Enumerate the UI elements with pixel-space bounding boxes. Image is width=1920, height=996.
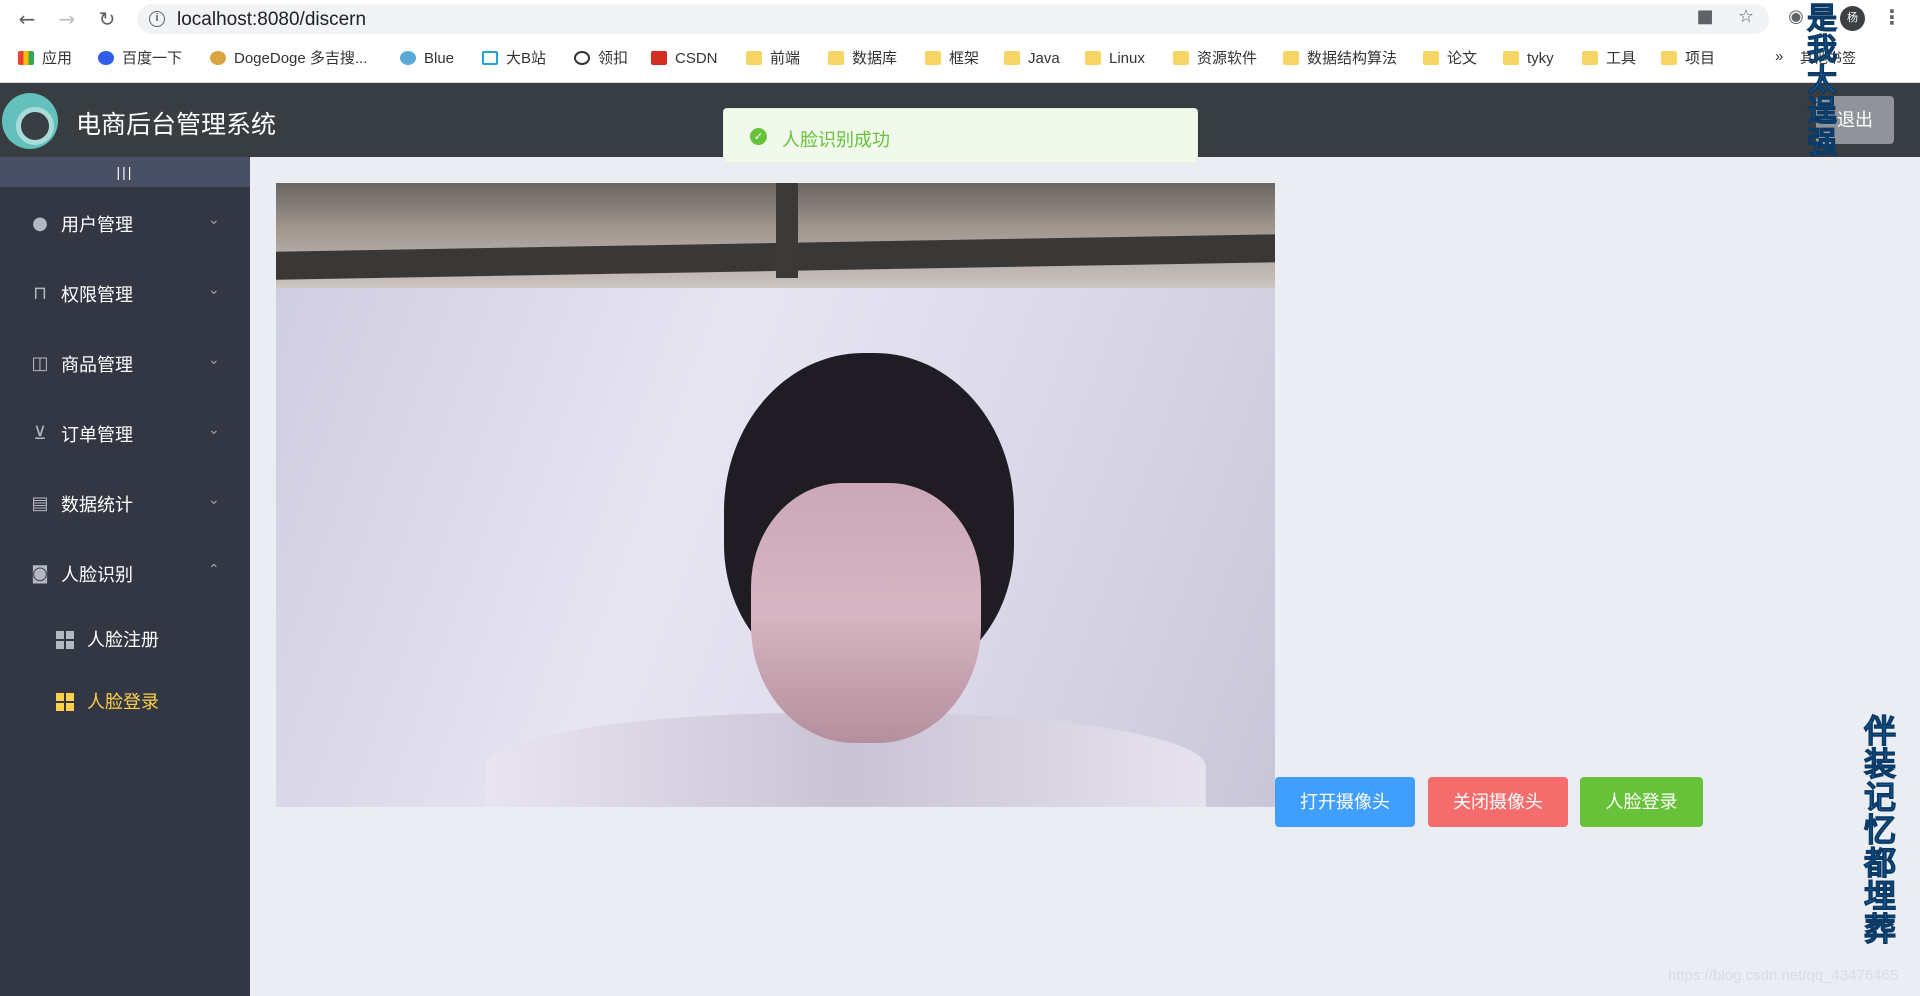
bookmark-folder[interactable]: tyky: [1503, 48, 1554, 70]
user-icon: ●: [32, 213, 48, 234]
overlay-lyric-top: 是我太逞强: [1802, 2, 1836, 158]
lock-icon: ⊓: [32, 283, 48, 304]
bookmark-folder[interactable]: 框架: [925, 48, 979, 70]
sidebar-item-user-management[interactable]: ● 用户管理 ⌄: [0, 190, 250, 260]
bookmark-item[interactable]: 大B站: [482, 48, 546, 70]
app-title: 电商后台管理系统: [76, 111, 277, 139]
open-camera-button[interactable]: 打开摄像头: [1275, 777, 1415, 827]
app-logo: [2, 93, 58, 149]
folder-icon: [925, 51, 941, 65]
success-toast: ✓ 人脸识别成功: [723, 108, 1198, 163]
sidebar-subitem-face-register[interactable]: 人脸注册: [0, 610, 250, 672]
camera-icon: ◙: [31, 563, 49, 584]
document-icon: ▤: [31, 493, 49, 514]
grid-icon: [56, 693, 74, 711]
folder-icon: [1582, 51, 1598, 65]
sidebar: ||| ● 用户管理 ⌄ ⊓ 权限管理 ⌄ ◫ 商品管理 ⌄ ⊻ 订单管理 ⌄ …: [0, 157, 250, 996]
doge-icon: [210, 51, 226, 65]
browser-menu-icon[interactable]: ⋮: [1882, 5, 1902, 30]
bookmark-item[interactable]: 领扣: [574, 48, 628, 70]
bookmark-item[interactable]: 应用: [18, 48, 72, 70]
back-arrow-icon[interactable]: ←: [14, 6, 40, 32]
chevron-up-icon: ⌃: [208, 562, 220, 578]
bookmark-folder[interactable]: 工具: [1582, 48, 1636, 70]
sidebar-item-face-recognition[interactable]: ◙ 人脸识别 ⌃: [0, 540, 250, 610]
bookmark-item[interactable]: 百度一下: [98, 48, 182, 70]
video-person-face: [751, 483, 981, 743]
cart-icon: ⊻: [33, 423, 47, 444]
profile-avatar[interactable]: 杨: [1840, 6, 1865, 31]
site-info-icon[interactable]: i: [149, 11, 165, 27]
watermark: https://blog.csdn.net/qq_43476465: [1668, 967, 1899, 984]
sidebar-toggle[interactable]: |||: [0, 157, 250, 187]
bookmark-folder[interactable]: 数据库: [828, 48, 897, 70]
grid-icon: [56, 631, 74, 649]
chevron-down-icon: ⌄: [208, 282, 220, 298]
bookmark-item[interactable]: Blue: [400, 48, 454, 70]
bookmark-star-icon[interactable]: ☆: [1734, 6, 1758, 27]
sidebar-item-order-management[interactable]: ⊻ 订单管理 ⌄: [0, 400, 250, 470]
chevron-down-icon: ⌄: [208, 492, 220, 508]
chevron-down-icon: ⌄: [208, 422, 220, 438]
close-camera-button[interactable]: 关闭摄像头: [1428, 777, 1568, 827]
bilibili-tv-icon: [482, 51, 498, 65]
folder-icon: [1661, 51, 1677, 65]
bookmark-folder[interactable]: 前端: [746, 48, 800, 70]
camera-in-use-icon[interactable]: ■: [1693, 6, 1717, 27]
reload-icon[interactable]: ↻: [94, 6, 120, 32]
bag-icon: ◫: [31, 353, 49, 374]
folder-icon: [1283, 51, 1299, 65]
bookmarks-bar: 应用 百度一下 DogeDoge 多吉搜... Blue 大B站 领扣 CSDN…: [0, 44, 1920, 74]
video-beam-vertical: [776, 183, 798, 278]
chevron-down-icon: ⌄: [208, 212, 220, 228]
face-login-button[interactable]: 人脸登录: [1580, 777, 1703, 827]
url-text[interactable]: localhost:8080/discern: [177, 9, 366, 31]
sidebar-item-data-statistics[interactable]: ▤ 数据统计 ⌄: [0, 470, 250, 540]
bookmark-folder[interactable]: 资源软件: [1173, 48, 1257, 70]
folder-icon: [746, 51, 762, 65]
camera-video-feed: [276, 183, 1275, 807]
bookmark-item[interactable]: DogeDoge 多吉搜...: [210, 48, 367, 70]
check-circle-icon: ✓: [750, 128, 767, 145]
folder-icon: [1173, 51, 1189, 65]
folder-icon: [1423, 51, 1439, 65]
sidebar-item-goods-management[interactable]: ◫ 商品管理 ⌄: [0, 330, 250, 400]
bookmark-folder[interactable]: 论文: [1423, 48, 1477, 70]
folder-icon: [1004, 51, 1020, 65]
address-bar[interactable]: i localhost:8080/discern: [137, 4, 1769, 34]
overlay-lyric-bottom: 伴装记忆都埋葬: [1860, 714, 1897, 946]
blue-swirl-icon: [400, 51, 416, 65]
address-row: ← → ↻ i localhost:8080/discern ■ ☆ ◉ 杨 ⋮: [0, 0, 1920, 37]
browser-chrome: ← → ↻ i localhost:8080/discern ■ ☆ ◉ 杨 ⋮…: [0, 0, 1920, 83]
baidu-paw-icon: [98, 51, 114, 65]
more-bookmarks-chevron-icon[interactable]: »: [1775, 48, 1783, 65]
bookmark-folder[interactable]: 数据结构算法: [1283, 48, 1397, 70]
folder-icon: [1503, 51, 1519, 65]
sidebar-item-permission-management[interactable]: ⊓ 权限管理 ⌄: [0, 260, 250, 330]
apps-grid-icon: [18, 51, 34, 65]
chevron-down-icon: ⌄: [208, 352, 220, 368]
bookmark-folder[interactable]: 项目: [1661, 48, 1715, 70]
bookmark-folder[interactable]: Java: [1004, 48, 1060, 70]
folder-icon: [1085, 51, 1101, 65]
toast-message: 人脸识别成功: [782, 130, 890, 150]
forward-arrow-icon[interactable]: →: [54, 6, 80, 32]
sidebar-subitem-face-login[interactable]: 人脸登录: [0, 672, 250, 734]
csdn-icon: [651, 51, 667, 65]
folder-icon: [828, 51, 844, 65]
leetcode-icon: [574, 51, 590, 65]
bookmark-item[interactable]: CSDN: [651, 48, 718, 70]
bookmark-folder[interactable]: Linux: [1085, 48, 1145, 70]
